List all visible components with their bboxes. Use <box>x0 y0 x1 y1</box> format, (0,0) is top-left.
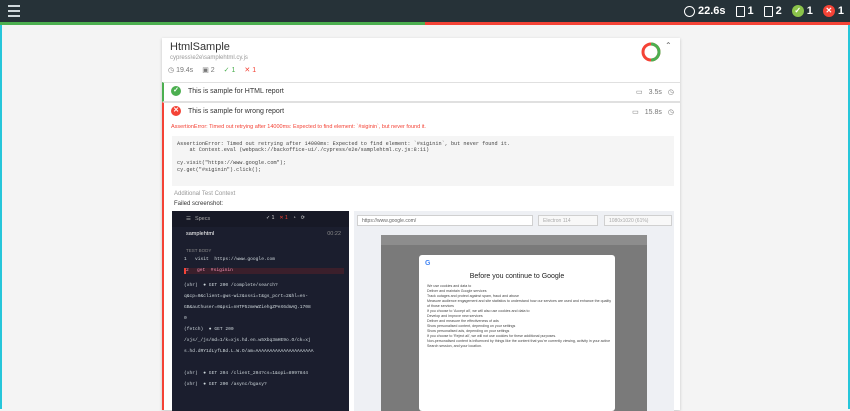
menu-icon[interactable] <box>8 5 20 17</box>
error-stack: AssertionError: Timed out retrying after… <box>172 136 674 186</box>
suite-failed: ✕ 1 <box>244 67 257 74</box>
suite-tests: ▣ 2 <box>202 67 215 74</box>
timer-icon: ◷ <box>667 89 674 96</box>
suite-stats: ◷ 19.4s ▣ 2 ✓ 1 ✕ 1 <box>168 66 256 74</box>
passed-stat[interactable]: ✓ 1 <box>791 5 813 17</box>
tests-stat[interactable]: 2 <box>763 5 782 17</box>
url-bar: https://www.google.com/ <box>357 215 533 226</box>
timer-icon <box>683 5 695 17</box>
command-log-line: q&cp=0&client=gws-wiz&xssi=t&gs_pcrt=2&h… <box>184 294 309 299</box>
cross-icon: ✕ <box>171 106 181 116</box>
dialog-line: Non-personalised content is influenced b… <box>427 339 611 348</box>
command-get: 2 get #siginin <box>184 268 344 274</box>
collapse-icon[interactable]: ⌃ <box>665 41 672 50</box>
duration-stat: 22.6s <box>683 5 726 17</box>
failed-screenshot-label: Failed screenshot: <box>174 201 224 207</box>
specs-icon: ☰ <box>186 216 191 222</box>
command-log-line: (xhr) ● GET 200 /async/bgasy? <box>184 382 267 387</box>
command-log-line: /xjs/_/js/md=1/k=xjs.hd.en.w5Xbq3mHE9o.O… <box>184 338 311 343</box>
runner-controls: ✓ 1 ✕ 1 ◔ ⟳ <box>266 215 305 221</box>
suite-file: cypress\e2e\samplehtml.cy.js <box>170 55 248 61</box>
cypress-runner-panel: ☰ Specs ✓ 1 ✕ 1 ◔ ⟳ samplehtml 00:22 TEST BOD… <box>172 211 349 411</box>
error-message: AssertionError: Timed out retrying after… <box>171 124 426 130</box>
consent-dialog: G Before you continue to Google We use c… <box>419 255 615 411</box>
chat-icon: ▭ <box>636 89 643 96</box>
top-bar: 22.6s 1 2 ✓ 1 ✕ 1 <box>0 0 850 22</box>
suite-card: HtmlSample cypress\e2e\samplehtml.cy.js … <box>162 38 680 411</box>
test-passed[interactable]: ✓ This is sample for HTML report ▭ 3.5s ◷ <box>162 82 680 102</box>
suite-title: HtmlSample <box>170 41 230 53</box>
suites-stat[interactable]: 1 <box>735 5 754 17</box>
command-log-line: 0 <box>184 316 187 321</box>
suite-duration: ◷ 19.4s <box>168 67 194 74</box>
dialog-title: Before you continue to Google <box>469 273 565 280</box>
command-log-line: s.hd.dRY1dLyfLBd.L.W.O/am=AAAAAAAAAAAAAA… <box>184 349 314 354</box>
google-page: G Before you continue to Google We use c… <box>381 235 647 411</box>
command-log-line: (xhr) ● GET 204 /client_204?cs=1&opi=899… <box>184 371 309 376</box>
chat-icon: ▭ <box>632 109 639 116</box>
command-log-line: (fetch) ● GET 200 <box>184 327 234 332</box>
viewport-label: 1080x1020 (61%) <box>604 215 672 226</box>
timer-icon: ◷ <box>667 109 674 116</box>
context-label: Additional Test Context <box>174 191 236 197</box>
browser-label: Electron 114 <box>538 215 598 226</box>
check-icon: ✓ <box>171 86 181 96</box>
command-visit: 1 visit https://www.google.com <box>184 257 275 262</box>
test-duration: ▭ 15.8s ◷ <box>632 108 674 117</box>
suite-chart-ring <box>641 42 661 62</box>
test-body-label: TEST BODY <box>186 248 212 253</box>
run-summary: 22.6s 1 2 ✓ 1 ✕ 1 <box>683 0 844 22</box>
dialog-line: Measure audience engagement and site sta… <box>427 299 611 308</box>
suites-icon <box>735 5 745 17</box>
spec-file: samplehtml 00:22 <box>186 231 341 237</box>
test-name: This is sample for wrong report <box>188 108 285 115</box>
google-logo-icon: G <box>425 260 431 267</box>
failed-screenshot[interactable]: ☰ Specs ✓ 1 ✕ 1 ◔ ⟳ samplehtml 00:22 TEST BOD… <box>172 211 674 411</box>
check-icon: ✓ <box>791 5 804 17</box>
app-preview: https://www.google.com/ Electron 114 108… <box>354 211 674 411</box>
suite-passed: ✓ 1 <box>223 67 236 74</box>
test-duration: ▭ 3.5s ◷ <box>636 88 674 97</box>
failed-stat[interactable]: ✕ 1 <box>822 5 844 17</box>
test-failed[interactable]: ✕ This is sample for wrong report ▭ 15.8s… <box>162 102 680 411</box>
cross-icon: ✕ <box>822 5 835 17</box>
test-name: This is sample for HTML report <box>188 88 284 95</box>
command-log-line: GB&authuser=0&psi=nHTP5zmeWZiehgZPeX6dmA… <box>184 305 311 310</box>
command-log-line: (xhr) ● GET 200 /complete/search? <box>184 283 278 288</box>
clipboard-icon <box>763 5 773 17</box>
